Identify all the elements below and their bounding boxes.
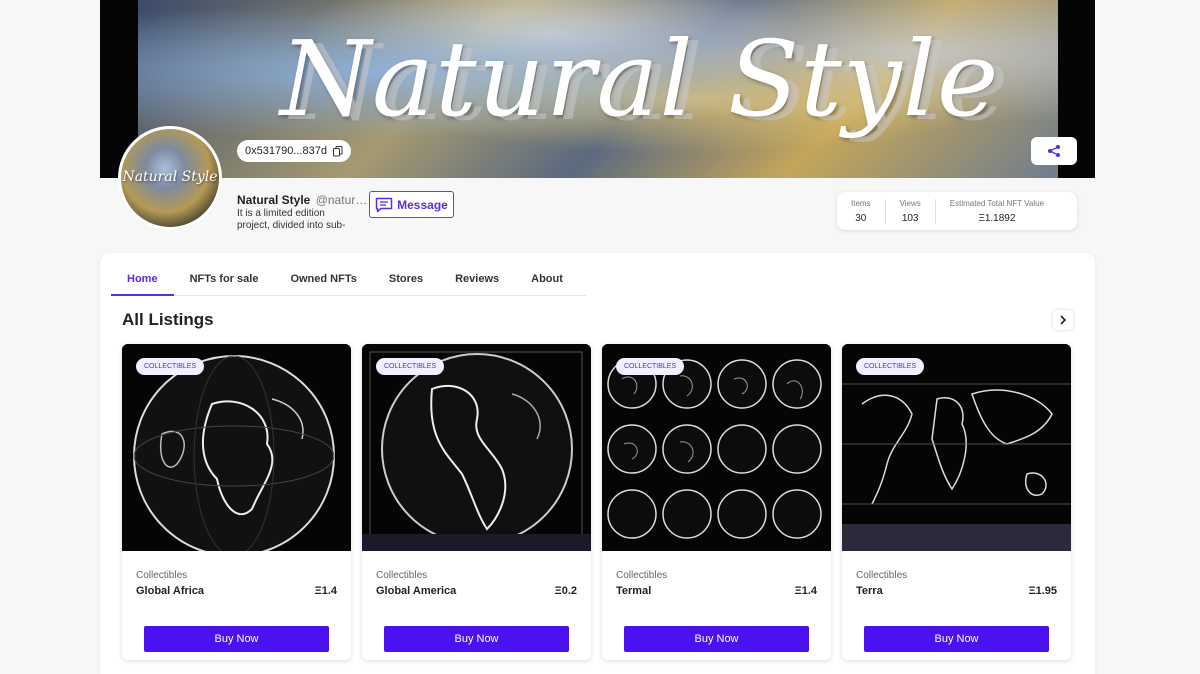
tab-nfts-for-sale[interactable]: NFTs for sale: [174, 263, 275, 296]
card-title[interactable]: Terra: [856, 585, 883, 597]
stat-items: Items 30: [837, 198, 886, 224]
avatar-text: Natural Style: [122, 169, 218, 185]
main-panel: Home NFTs for sale Owned NFTs Stores Rev…: [100, 253, 1095, 674]
listing-card[interactable]: COLLECTIBLES Collectibles Terra Ξ1.95 Bu…: [842, 344, 1071, 660]
card-category: Collectibles: [376, 570, 428, 581]
tab-stores[interactable]: Stores: [373, 263, 439, 296]
nft-image-globe-africa[interactable]: COLLECTIBLES: [122, 344, 351, 551]
category-badge: COLLECTIBLES: [136, 358, 205, 375]
listing-card[interactable]: COLLECTIBLES Collectibles Termal Ξ1.4 Bu…: [602, 344, 831, 660]
avatar: Natural Style: [118, 126, 222, 230]
card-title[interactable]: Global Africa: [136, 585, 204, 597]
stat-label: Estimated Total NFT Value: [949, 198, 1045, 208]
buy-now-button[interactable]: Buy Now: [384, 626, 569, 652]
section-title: All Listings: [122, 310, 214, 329]
stat-label: Items: [851, 198, 871, 208]
message-button[interactable]: Message: [369, 191, 454, 218]
listing-cards: COLLECTIBLES Collectibles Global Africa …: [122, 344, 1071, 660]
next-button[interactable]: [1053, 310, 1073, 330]
profile-handle: @natur…: [315, 193, 368, 207]
message-label: Message: [397, 197, 448, 212]
stat-views: Views 103: [886, 198, 936, 224]
wallet-address[interactable]: 0x531790...837d: [237, 140, 351, 162]
tab-home[interactable]: Home: [111, 263, 174, 296]
tab-about[interactable]: About: [515, 263, 579, 296]
buy-now-button[interactable]: Buy Now: [864, 626, 1049, 652]
tab-owned-nfts[interactable]: Owned NFTs: [274, 263, 372, 296]
tab-bar: Home NFTs for sale Owned NFTs Stores Rev…: [111, 263, 586, 296]
card-price: Ξ1.95: [1028, 585, 1058, 597]
stat-total-value: Estimated Total NFT Value Ξ1.1892: [936, 199, 1058, 224]
banner-title: Natural Style: [280, 18, 1000, 140]
profile-description: It is a limited edition project, divided…: [237, 208, 346, 231]
card-title[interactable]: Termal: [616, 585, 651, 597]
message-icon: [375, 197, 393, 212]
profile-name-row: Natural Style @natur…: [237, 193, 367, 207]
listing-card[interactable]: COLLECTIBLES Collectibles Global America…: [362, 344, 591, 660]
stat-value: 103: [901, 212, 919, 224]
card-title[interactable]: Global America: [376, 585, 456, 597]
category-badge: COLLECTIBLES: [616, 358, 685, 375]
card-price: Ξ1.4: [314, 585, 337, 597]
stat-value: Ξ1.1892: [978, 212, 1016, 224]
nft-image-world-map[interactable]: COLLECTIBLES: [842, 344, 1071, 551]
stat-value: 30: [855, 212, 867, 224]
category-badge: COLLECTIBLES: [856, 358, 925, 375]
profile-name: Natural Style: [237, 193, 311, 207]
card-price: Ξ0.2: [554, 585, 577, 597]
share-button[interactable]: [1031, 137, 1077, 165]
buy-now-button[interactable]: Buy Now: [144, 626, 329, 652]
copy-icon[interactable]: [332, 145, 343, 157]
share-icon: [1048, 145, 1060, 157]
card-price: Ξ1.4: [794, 585, 817, 597]
card-category: Collectibles: [616, 570, 668, 581]
chevron-right-icon: [1060, 315, 1067, 325]
card-category: Collectibles: [856, 570, 908, 581]
category-badge: COLLECTIBLES: [376, 358, 445, 375]
listing-card[interactable]: COLLECTIBLES Collectibles Global Africa …: [122, 344, 351, 660]
nft-image-globe-grid[interactable]: COLLECTIBLES: [602, 344, 831, 551]
wallet-address-text: 0x531790...837d: [245, 145, 327, 157]
nft-image-globe-america[interactable]: COLLECTIBLES: [362, 344, 591, 551]
stats-card: Items 30 Views 103 Estimated Total NFT V…: [837, 192, 1077, 230]
tab-reviews[interactable]: Reviews: [439, 263, 515, 296]
buy-now-button[interactable]: Buy Now: [624, 626, 809, 652]
card-category: Collectibles: [136, 570, 188, 581]
stat-label: Views: [899, 198, 921, 208]
